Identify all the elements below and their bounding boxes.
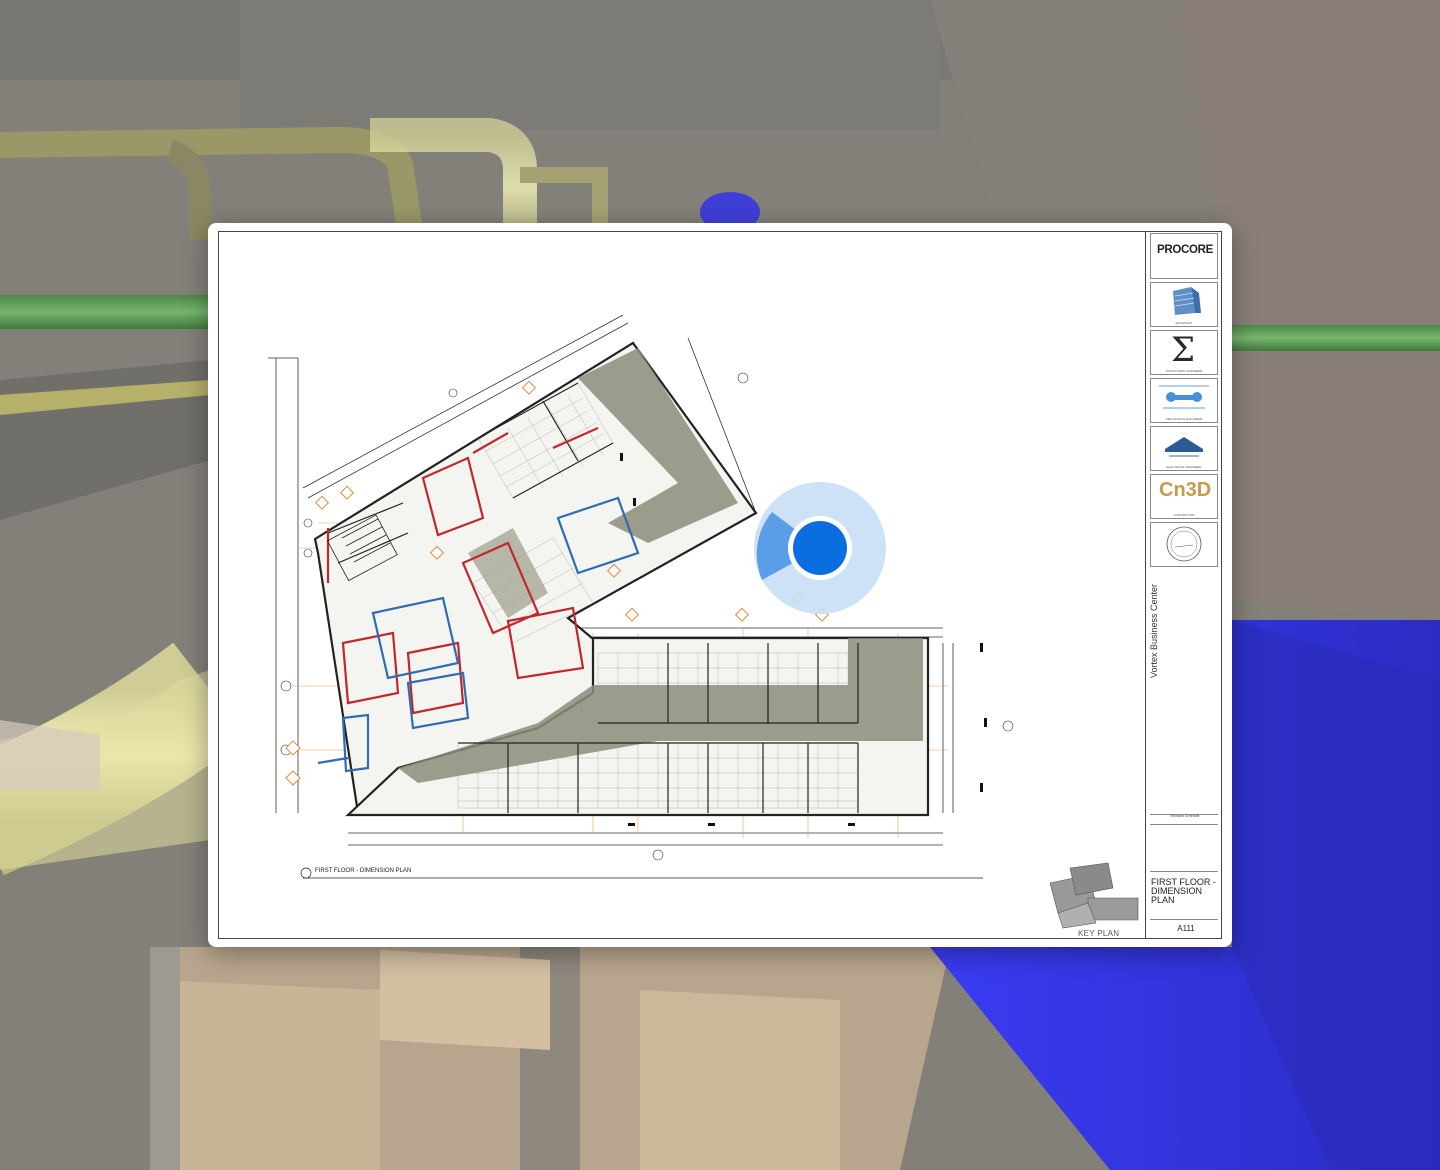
project-name: Vortex Business Center (1149, 583, 1159, 678)
structural-caption: STRUCTURAL ENGINEER (1165, 369, 1203, 373)
sheet-number: A111 (1177, 924, 1195, 933)
mechanical-logo-cell: MECHANICAL ENGINEER (1150, 378, 1218, 423)
building-logo-icon (1173, 287, 1201, 315)
plan-title: FIRST FLOOR - DIMENSION PLAN (315, 868, 412, 874)
contractor-logo-cell: Cn3D CONTRACTOR (1150, 474, 1218, 519)
electrical-logo-cell: ELECTRICAL ENGINEER (1150, 426, 1218, 471)
architect-logo-cell: ARCHITECT (1150, 282, 1218, 327)
structural-logo-cell: Σ STRUCTURAL ENGINEER (1150, 330, 1218, 375)
wrench-logo-icon (1159, 385, 1209, 409)
cn3d-logo: Cn3D (1159, 479, 1212, 501)
floor-plan-drawing[interactable] (208, 223, 1232, 947)
architect-caption: ARCHITECT (1175, 321, 1193, 325)
revision-schedule-label: Revision Schedule (1170, 814, 1200, 818)
key-plan-label: KEY PLAN (1078, 929, 1120, 938)
contractor-caption: CONTRACTOR (1173, 513, 1195, 517)
sunrise-logo-icon (1165, 437, 1203, 457)
current-location-marker[interactable] (752, 480, 888, 616)
sigma-logo-icon: Σ (1171, 330, 1196, 370)
procore-logo: PROCORE (1157, 244, 1214, 256)
sheet-name: FIRST FLOOR - DIMENSION PLAN (1151, 877, 1216, 905)
electrical-caption: ELECTRICAL ENGINEER (1166, 465, 1202, 469)
mechanical-caption: MECHANICAL ENGINEER (1165, 417, 1203, 421)
company-logo-cell: PROCORE (1150, 233, 1218, 279)
location-dot-icon (793, 521, 847, 575)
drawing-sheet-card[interactable]: FIRST FLOOR - DIMENSION PLAN KEY PLAN PR… (208, 223, 1232, 947)
